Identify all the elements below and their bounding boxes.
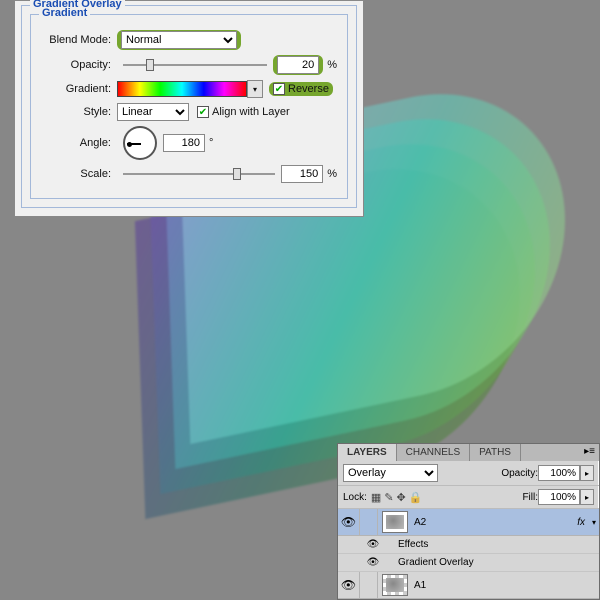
lock-all-icon[interactable]: 🔒 <box>409 491 423 504</box>
blend-mode-label: Blend Mode: <box>41 34 111 46</box>
layers-panel: LAYERS CHANNELS PATHS ▸≡ Overlay Opacity… <box>337 443 600 600</box>
scale-input[interactable] <box>281 165 323 183</box>
opacity-input[interactable] <box>277 56 319 74</box>
tab-layers[interactable]: LAYERS <box>338 444 397 461</box>
angle-dial[interactable] <box>123 126 157 160</box>
fill-input[interactable] <box>538 489 580 505</box>
angle-input[interactable] <box>163 134 205 152</box>
lock-label: Lock: <box>343 492 367 503</box>
gradient-swatch[interactable] <box>117 81 247 97</box>
fx-collapse-icon[interactable]: ▾ <box>589 518 599 527</box>
tab-channels[interactable]: CHANNELS <box>397 444 470 461</box>
opacity-unit: % <box>327 59 337 71</box>
lock-pixels-icon[interactable]: ✎ <box>384 491 393 504</box>
visibility-icon[interactable]: 👁 <box>338 572 360 598</box>
layer-name: A1 <box>412 580 599 591</box>
section-title: Gradient <box>39 7 90 19</box>
scale-label: Scale: <box>41 168 111 180</box>
layer-opacity-flyout[interactable]: ▸ <box>580 465 594 481</box>
layer-blend-mode-select[interactable]: Overlay <box>343 464 438 482</box>
panel-tabs: LAYERS CHANNELS PATHS ▸≡ <box>338 444 599 461</box>
fx-badge[interactable]: fx <box>577 517 589 528</box>
align-label: Align with Layer <box>212 106 290 118</box>
lock-position-icon[interactable]: ✥ <box>397 491 406 504</box>
fill-flyout[interactable]: ▸ <box>580 489 594 505</box>
reverse-label: Reverse <box>288 83 329 95</box>
scale-unit: % <box>327 168 337 180</box>
gradient-label: Gradient: <box>41 83 111 95</box>
layer-list: 👁 A2 fx ▾ 👁 Effects 👁 Gradient Overlay 👁… <box>338 509 599 599</box>
visibility-icon[interactable]: 👁 <box>338 509 360 535</box>
scale-slider[interactable] <box>123 173 275 175</box>
layer-opacity-input[interactable] <box>538 465 580 481</box>
align-checkbox[interactable]: ✔ <box>197 106 209 118</box>
reverse-checkbox[interactable]: ✔ <box>273 83 285 95</box>
angle-unit: ° <box>209 137 213 149</box>
layer-opacity-label: Opacity: <box>501 468 538 479</box>
lock-transparent-icon[interactable]: ▦ <box>371 491 381 504</box>
panel-menu-icon[interactable]: ▸≡ <box>580 444 599 461</box>
gradient-dropdown-button[interactable]: ▾ <box>247 80 263 98</box>
fill-label: Fill: <box>522 492 538 503</box>
layer-name: A2 <box>412 517 577 528</box>
layer-thumbnail[interactable] <box>382 574 408 596</box>
opacity-slider[interactable] <box>123 64 267 66</box>
style-label: Style: <box>41 106 111 118</box>
style-select[interactable]: Linear <box>117 103 189 121</box>
blend-mode-select[interactable]: Normal <box>121 31 237 49</box>
effect-gradient-overlay-row[interactable]: 👁 Gradient Overlay <box>338 554 599 572</box>
angle-label: Angle: <box>41 137 111 149</box>
tab-paths[interactable]: PATHS <box>470 444 521 461</box>
effects-row[interactable]: 👁 Effects <box>338 536 599 554</box>
layer-row-a1[interactable]: 👁 A1 <box>338 572 599 599</box>
layer-thumbnail[interactable] <box>382 511 408 533</box>
opacity-label: Opacity: <box>41 59 111 71</box>
gradient-overlay-dialog: Gradient Overlay Gradient Blend Mode: No… <box>14 0 364 217</box>
layer-row-a2[interactable]: 👁 A2 fx ▾ <box>338 509 599 536</box>
